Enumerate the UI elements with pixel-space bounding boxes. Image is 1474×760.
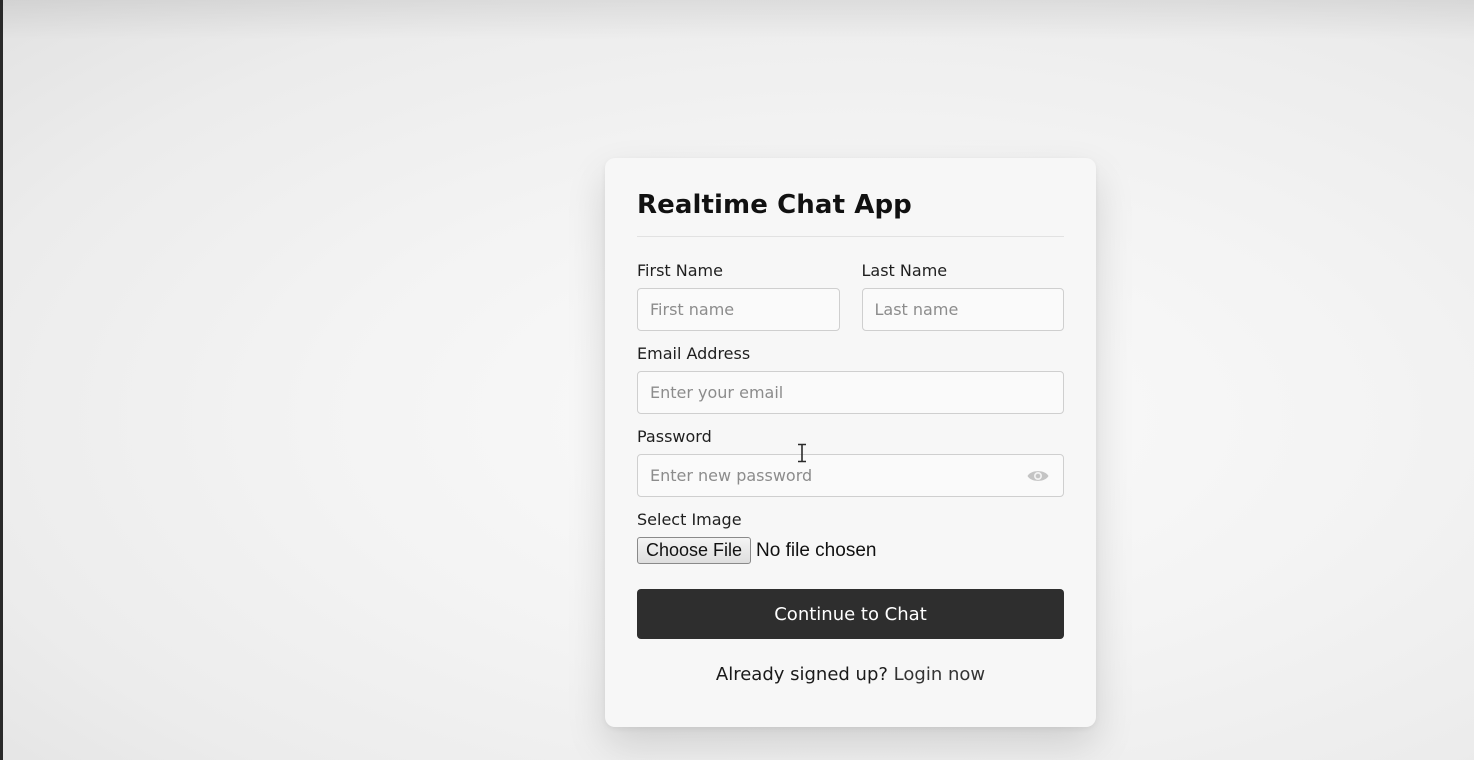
name-row: First Name Last Name	[637, 261, 1064, 331]
page-title: Realtime Chat App	[637, 190, 912, 220]
image-label: Select Image	[637, 510, 742, 529]
choose-file-button[interactable]: Choose File	[637, 537, 752, 564]
first-name-group: First Name	[637, 261, 840, 331]
text-cursor-icon	[796, 443, 808, 463]
login-prompt-text: Already signed up?	[715, 664, 894, 685]
password-label: Password	[637, 427, 712, 446]
last-name-group: Last Name	[861, 261, 1064, 331]
signup-card: Realtime Chat App First Name Last Name E…	[605, 158, 1096, 727]
first-name-input[interactable]	[637, 288, 840, 331]
password-wrapper	[637, 454, 1064, 497]
login-prompt: Already signed up? Login now	[637, 664, 1064, 685]
title-divider	[637, 236, 1064, 237]
continue-to-chat-button[interactable]: Continue to Chat	[637, 589, 1064, 639]
password-group: Password	[637, 427, 1064, 497]
password-input[interactable]	[637, 454, 1064, 497]
top-shadow	[0, 0, 1474, 40]
image-group: Select Image Choose File No file chosen	[637, 510, 1064, 564]
email-label: Email Address	[637, 344, 751, 363]
email-group: Email Address	[637, 344, 1064, 414]
first-name-label: First Name	[637, 261, 723, 280]
login-now-link[interactable]: Login now	[894, 664, 985, 685]
eye-icon[interactable]	[1026, 467, 1050, 485]
last-name-input[interactable]	[861, 288, 1064, 331]
file-picker: Choose File No file chosen	[637, 537, 1064, 564]
email-input[interactable]	[637, 371, 1064, 414]
window-left-edge	[0, 0, 3, 760]
last-name-label: Last Name	[861, 261, 948, 280]
file-status: No file chosen	[756, 539, 877, 561]
